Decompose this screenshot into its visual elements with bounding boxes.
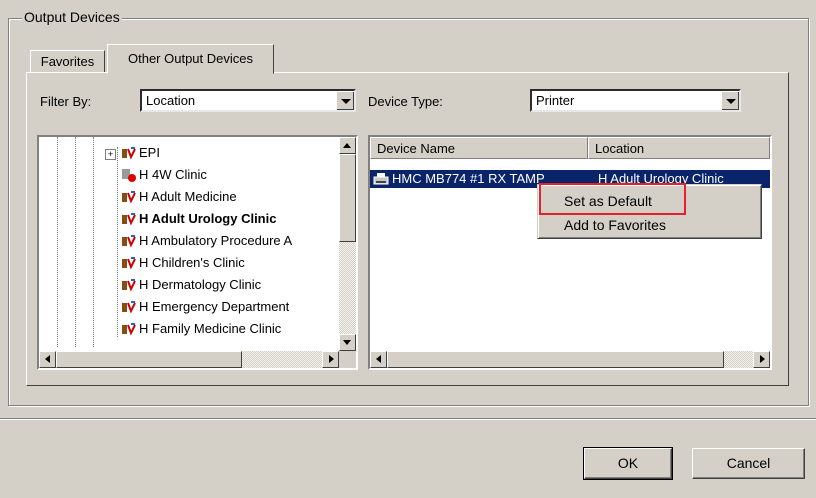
clinic-warning-icon bbox=[122, 169, 136, 182]
tree-item-label: H Adult Medicine bbox=[139, 189, 237, 204]
expand-toggle-icon[interactable]: + bbox=[105, 149, 116, 160]
location-icon bbox=[122, 323, 136, 336]
scroll-thumb[interactable] bbox=[339, 154, 356, 242]
tree-item-label: H 4W Clinic bbox=[139, 167, 207, 182]
chevron-down-icon[interactable] bbox=[721, 91, 739, 110]
scroll-thumb[interactable] bbox=[387, 351, 724, 368]
device-type-select[interactable]: Printer bbox=[530, 89, 741, 112]
location-icon bbox=[122, 257, 136, 270]
location-icon bbox=[122, 279, 136, 292]
scroll-down-button[interactable] bbox=[339, 334, 356, 351]
chevron-down-icon[interactable] bbox=[336, 91, 354, 110]
menu-item-add-to-favorites[interactable]: Add to Favorites bbox=[564, 217, 666, 233]
tree-item-label: H Family Medicine Clinic bbox=[139, 321, 282, 336]
device-type-value: Printer bbox=[536, 93, 575, 108]
device-list[interactable]: Device Name Location HMC MB774 #1 RX TAM… bbox=[368, 135, 772, 370]
device-type-label: Device Type: bbox=[368, 94, 443, 109]
location-icon bbox=[122, 147, 136, 160]
scroll-right-button[interactable] bbox=[753, 351, 770, 368]
location-icon bbox=[122, 235, 136, 248]
filter-by-select[interactable]: Location bbox=[140, 89, 356, 112]
scroll-corner bbox=[339, 351, 356, 368]
tab-other-output-devices[interactable]: Other Output Devices bbox=[107, 44, 274, 74]
tree-item-label: H Emergency Department bbox=[139, 299, 290, 314]
scroll-up-button[interactable] bbox=[339, 137, 356, 154]
list-horizontal-scrollbar[interactable] bbox=[370, 351, 770, 368]
ok-button[interactable]: OK bbox=[583, 447, 673, 480]
tree-item-label: H Ambulatory Procedure A bbox=[139, 233, 293, 248]
tree-item-label: H Adult Urology Clinic bbox=[139, 211, 277, 226]
device-name-cell: HMC MB774 #1 RX TAMP bbox=[392, 171, 545, 186]
group-title: Output Devices bbox=[22, 9, 122, 25]
tab-favorites[interactable]: Favorites bbox=[30, 50, 105, 73]
location-icon bbox=[122, 191, 136, 204]
tree-horizontal-scrollbar[interactable] bbox=[39, 351, 339, 368]
footer-separator bbox=[0, 418, 816, 420]
location-tree[interactable]: + EPI H 4W Clinic H Adult Medicine H Adu… bbox=[37, 135, 358, 370]
location-icon bbox=[122, 213, 136, 226]
scroll-right-button[interactable] bbox=[322, 351, 339, 368]
scroll-left-button[interactable] bbox=[39, 351, 56, 368]
scroll-left-button[interactable] bbox=[370, 351, 387, 368]
cancel-button[interactable]: Cancel bbox=[692, 448, 805, 479]
column-header-device-name[interactable]: Device Name bbox=[370, 137, 588, 159]
annotation-highlight-box bbox=[539, 183, 686, 215]
filter-by-value: Location bbox=[146, 93, 196, 108]
tree-item-label: H Dermatology Clinic bbox=[139, 277, 262, 292]
tree-item-label: H Children's Clinic bbox=[139, 255, 245, 270]
location-icon bbox=[122, 301, 136, 314]
tree-item-label: EPI bbox=[139, 145, 160, 160]
scroll-thumb[interactable] bbox=[56, 351, 242, 368]
filter-by-label: Filter By: bbox=[40, 94, 92, 109]
printer-icon bbox=[373, 173, 389, 185]
column-header-location[interactable]: Location bbox=[588, 137, 770, 159]
tree-vertical-scrollbar[interactable] bbox=[339, 137, 356, 351]
